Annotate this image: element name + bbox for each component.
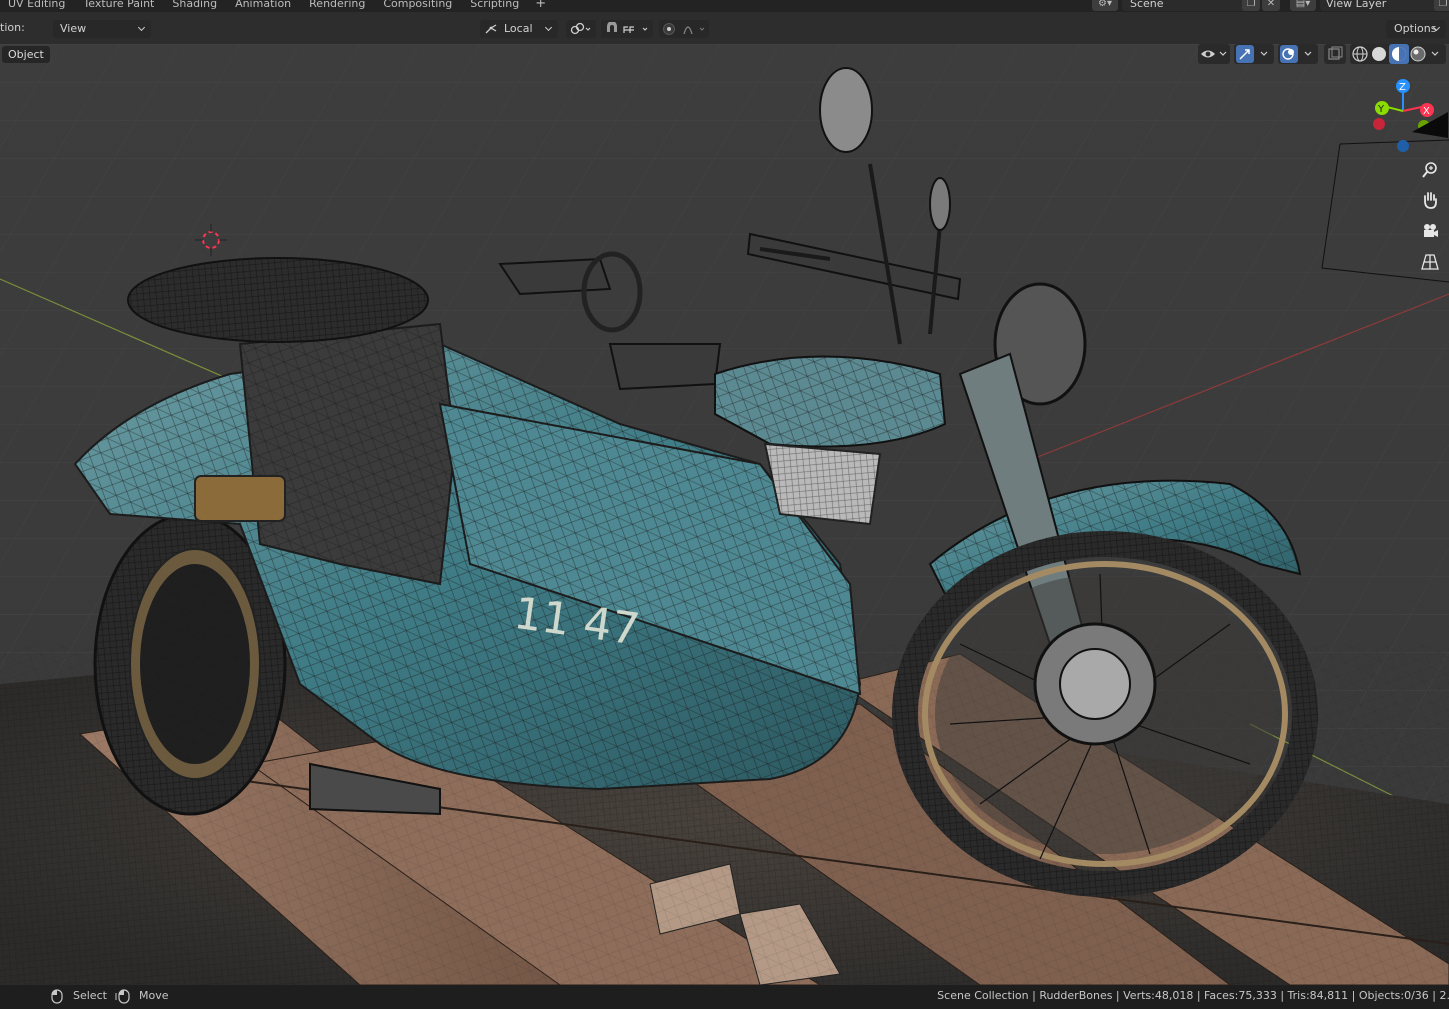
mode-button[interactable]: Object xyxy=(2,46,50,63)
snap-toggle-button[interactable] xyxy=(601,20,653,38)
workspace-tabs: UV Editing Texture Paint Shading Animati… xyxy=(0,0,552,11)
view-layer-name-field[interactable]: View Layer xyxy=(1320,0,1438,11)
navigation-gizmo[interactable]: Z Y X xyxy=(1368,76,1448,166)
spare-tire xyxy=(127,257,429,343)
chevron-down-icon xyxy=(544,20,554,38)
tab-animation[interactable]: Animation xyxy=(227,0,301,11)
solid-shading-icon[interactable] xyxy=(1372,47,1386,61)
mouse-drag-icon xyxy=(115,989,130,1004)
view-layer-browse-icon[interactable]: ▤▾ xyxy=(1290,0,1316,11)
tab-uv-editing[interactable]: UV Editing xyxy=(0,0,75,11)
tab-rendering[interactable]: Rendering xyxy=(301,0,375,11)
pan-button[interactable] xyxy=(1416,187,1444,213)
mirror-left xyxy=(819,67,873,153)
camera-icon xyxy=(1424,224,1438,237)
front-wheel xyxy=(892,531,1318,897)
svg-text:Z: Z xyxy=(1399,82,1406,93)
gizmo-toggle-button[interactable] xyxy=(1234,44,1274,64)
wireframe-shading-icon[interactable] xyxy=(1352,46,1368,62)
move-hint: Move xyxy=(139,989,169,1002)
zoom-icon xyxy=(1422,162,1437,178)
proportional-edit-icon xyxy=(663,23,705,35)
overlay-icon xyxy=(1280,45,1312,63)
viewport-header: tion: View Local Options xyxy=(0,12,1449,44)
snap-target-button[interactable] xyxy=(566,20,596,38)
options-dropdown[interactable]: Options xyxy=(1386,20,1446,38)
tab-compositing[interactable]: Compositing xyxy=(375,0,462,11)
perspective-toggle-button[interactable] xyxy=(1416,249,1444,275)
chevron-down-icon xyxy=(1432,20,1442,38)
pivot-dropdown[interactable]: Local xyxy=(480,20,558,38)
shading-mode-group xyxy=(1350,44,1446,64)
3d-viewport[interactable]: 11 47 Object Z Y X xyxy=(0,44,1449,985)
svg-text:Y: Y xyxy=(1377,104,1385,115)
options-label: Options xyxy=(1394,22,1437,35)
pivot-value: Local xyxy=(504,22,533,35)
select-hint: Select xyxy=(73,989,107,1002)
hand-pan-icon xyxy=(1424,192,1437,209)
link-icon xyxy=(570,22,591,35)
scene-statistics: Scene Collection | RudderBones | Verts:4… xyxy=(937,989,1449,1002)
tab-shading[interactable]: Shading xyxy=(164,0,227,11)
eye-icon xyxy=(1201,50,1227,58)
tail-light xyxy=(194,475,286,522)
svg-text:X: X xyxy=(1423,106,1430,117)
rendered-shading-icon[interactable] xyxy=(1410,46,1426,62)
viewport-scene: 11 47 xyxy=(0,44,1449,985)
gizmo-toggle-icon xyxy=(1236,45,1268,63)
status-bar: Select Move Scene Collection | RudderBon… xyxy=(0,985,1449,1009)
xray-toggle-button[interactable] xyxy=(1324,44,1346,64)
tab-scripting[interactable]: Scripting xyxy=(462,0,529,11)
visibility-button[interactable] xyxy=(1198,44,1230,64)
orientation-dropdown[interactable]: View xyxy=(53,20,151,38)
camera-view-button[interactable] xyxy=(1416,218,1444,244)
new-scene-icon[interactable]: ❐ xyxy=(1242,0,1260,11)
zoom-button[interactable] xyxy=(1416,157,1444,183)
magnet-snap-icon xyxy=(607,22,648,33)
tab-texture-paint[interactable]: Texture Paint xyxy=(75,0,164,11)
xray-icon xyxy=(1328,46,1343,60)
new-view-layer-icon[interactable]: ❐ xyxy=(1434,0,1449,11)
transform-orientation-icon xyxy=(485,24,497,34)
proportional-edit-button[interactable] xyxy=(659,20,709,38)
mirror-right xyxy=(929,177,951,231)
overlay-toggle-button[interactable] xyxy=(1278,44,1318,64)
scene-name-field[interactable]: Scene xyxy=(1122,0,1248,11)
scene-browse-icon[interactable]: ⚙▾ xyxy=(1092,0,1118,11)
workspace-bar: UV Editing Texture Paint Shading Animati… xyxy=(0,0,1449,12)
add-workspace-button[interactable]: + xyxy=(529,0,552,11)
orientation-label: tion: xyxy=(0,21,25,34)
chevron-down-icon xyxy=(137,20,147,38)
delete-scene-icon[interactable]: ✕ xyxy=(1262,0,1280,11)
perspective-grid-icon xyxy=(1421,254,1439,270)
orientation-value: View xyxy=(60,22,87,35)
mouse-left-icon xyxy=(51,989,63,1004)
material-shading-icon[interactable] xyxy=(1389,44,1409,64)
